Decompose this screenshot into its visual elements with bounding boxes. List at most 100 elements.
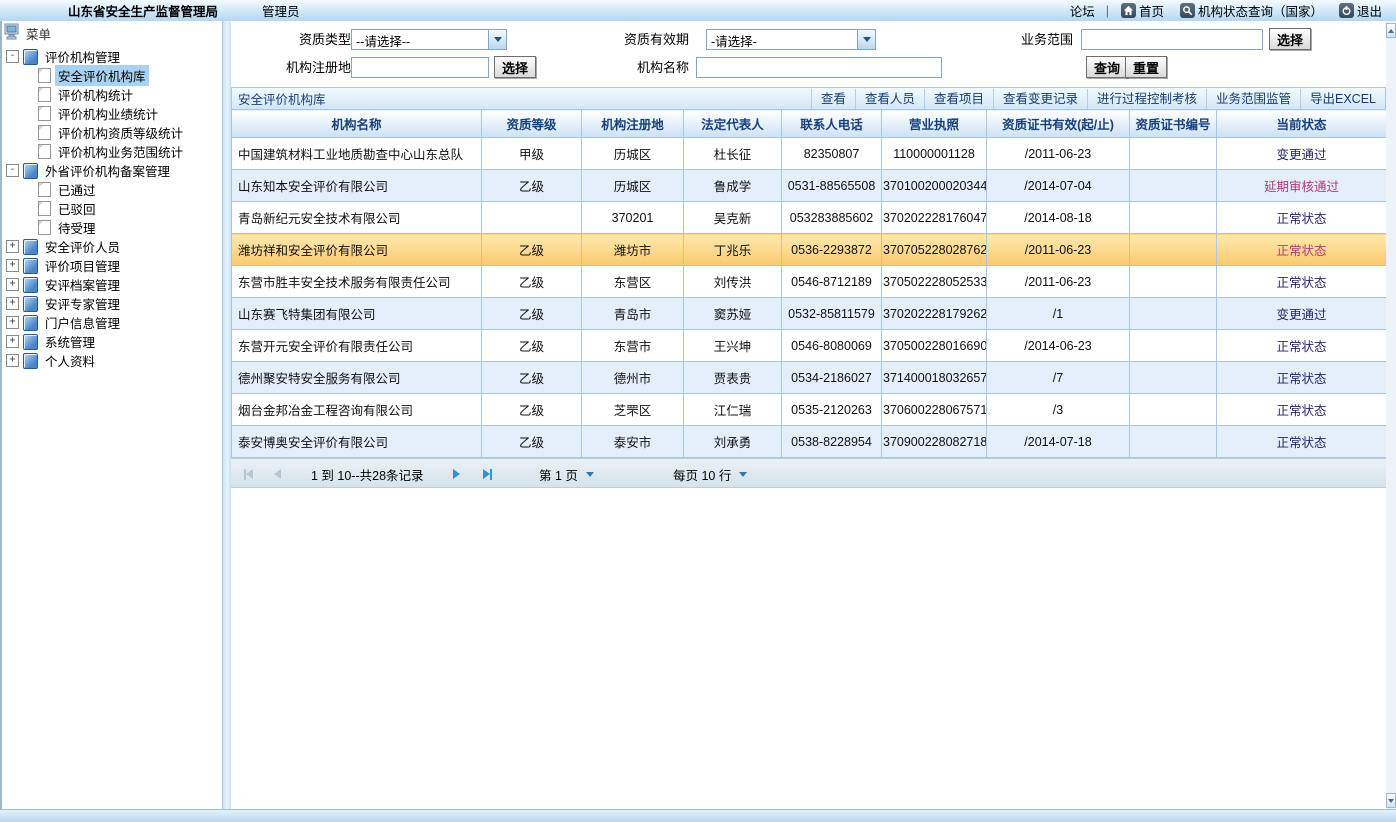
expand-icon[interactable]: +	[6, 316, 19, 329]
toolbar-button[interactable]: 查看	[811, 89, 855, 109]
page-size-selector[interactable]: 每页 10 行	[673, 459, 747, 489]
cert-no-cell	[1130, 234, 1217, 266]
status-query-label: 机构状态查询（国家）	[1198, 1, 1323, 20]
column-header[interactable]: 资质证书有效(起/止)	[987, 110, 1130, 138]
sidebar-item[interactable]: +门户信息管理	[2, 313, 224, 332]
sidebar-item[interactable]: 评价机构业绩统计	[2, 104, 224, 123]
expand-icon[interactable]: +	[6, 335, 19, 348]
page-icon	[38, 87, 51, 102]
last-page-button[interactable]	[483, 459, 492, 489]
next-page-icon	[453, 469, 460, 479]
reg-place-input[interactable]	[351, 57, 489, 78]
dropdown-button[interactable]	[488, 30, 506, 49]
org-name-cell: 青岛新纪元安全技术有限公司	[232, 202, 482, 234]
column-header[interactable]: 当前状态	[1217, 110, 1387, 138]
sidebar-item[interactable]: -外省评价机构备案管理	[2, 161, 224, 180]
expand-icon[interactable]: +	[6, 259, 19, 272]
column-header[interactable]: 资质等级	[482, 110, 582, 138]
expand-icon[interactable]: +	[6, 278, 19, 291]
expand-icon[interactable]: +	[6, 297, 19, 310]
toolbar-button[interactable]: 查看人员	[855, 89, 924, 109]
toolbar-button[interactable]: 导出EXCEL	[1300, 89, 1385, 109]
filter-type-select[interactable]: --请选择--	[351, 29, 507, 50]
scope-select-button[interactable]: 选择	[1269, 28, 1311, 50]
column-header[interactable]: 机构名称	[232, 110, 482, 138]
column-header[interactable]: 资质证书编号	[1130, 110, 1217, 138]
valid-range-cell: /2014-06-23	[987, 330, 1130, 362]
toolbar-button[interactable]: 业务范围监管	[1206, 89, 1300, 109]
sidebar-item[interactable]: 评价机构统计	[2, 85, 224, 104]
sidebar-item-label: 待受理	[55, 217, 99, 238]
vertical-scrollbar[interactable]	[1386, 21, 1396, 810]
scroll-up-button[interactable]	[1386, 23, 1396, 38]
sidebar-item[interactable]: +系统管理	[2, 332, 224, 351]
status-query-link[interactable]: 机构状态查询（国家）	[1180, 1, 1323, 20]
sidebar-item-label: 评价机构管理	[42, 46, 123, 67]
folder-icon	[23, 163, 38, 179]
reset-button[interactable]: 重置	[1125, 56, 1167, 78]
toolbar-button[interactable]: 查看项目	[924, 89, 993, 109]
table-row[interactable]: 德州聚安特安全服务有限公司乙级德州市贾表贵0534-21860273714000…	[232, 362, 1387, 394]
column-header[interactable]: 营业执照	[882, 110, 987, 138]
grade-cell: 乙级	[482, 298, 582, 330]
sidebar-item[interactable]: 已驳回	[2, 199, 224, 218]
sidebar-item[interactable]: - 评价机构管理	[2, 47, 224, 66]
sidebar-item[interactable]: +安评档案管理	[2, 275, 224, 294]
table-row[interactable]: 潍坊祥和安全评价有限公司乙级潍坊市丁兆乐0536-229387237070522…	[232, 234, 1387, 266]
table-body: 中国建筑材料工业地质勘查中心山东总队甲级历城区杜长征82350807110000…	[232, 138, 1387, 458]
sidebar-item[interactable]: 安全评价机构库	[2, 66, 224, 85]
toolbar-button[interactable]: 进行过程控制考核	[1087, 89, 1206, 109]
org-name-cell: 中国建筑材料工业地质勘查中心山东总队	[232, 138, 482, 170]
table-row[interactable]: 山东知本安全评价有限公司乙级历城区鲁成学0531-885655083701002…	[232, 170, 1387, 202]
table-row[interactable]: 东营开元安全评价有限责任公司乙级东营市王兴坤0546-8080069370500…	[232, 330, 1387, 362]
page-icon	[38, 144, 51, 159]
next-page-button[interactable]	[453, 459, 460, 489]
table-row[interactable]: 泰安博奥安全评价有限公司乙级泰安市刘承勇0538-822895437090022…	[232, 426, 1387, 458]
expand-icon[interactable]: +	[6, 240, 19, 253]
sidebar-item[interactable]: +安全评价人员	[2, 237, 224, 256]
sidebar-item[interactable]: 待受理	[2, 218, 224, 237]
sidebar-item[interactable]: +安评专家管理	[2, 294, 224, 313]
sidebar-item[interactable]: 评价机构资质等级统计	[2, 123, 224, 142]
org-name-input[interactable]	[696, 57, 942, 78]
column-header[interactable]: 联系人电话	[782, 110, 882, 138]
toolbar-button[interactable]: 查看变更记录	[993, 89, 1087, 109]
collapse-icon[interactable]: -	[6, 50, 19, 63]
license-cell: 370502228052533	[882, 266, 987, 298]
filter-validity-select[interactable]: -请选择-	[706, 29, 876, 50]
logout-link[interactable]: 退出	[1339, 1, 1382, 20]
table-row[interactable]: 青岛新纪元安全技术有限公司370201吴克新053283885602370202…	[232, 202, 1387, 234]
table-row[interactable]: 山东赛飞特集团有限公司乙级青岛市窦苏娅0532-8581157937020222…	[232, 298, 1387, 330]
table-row[interactable]: 东营市胜丰安全技术服务有限责任公司乙级东营区刘传洪0546-8712189370…	[232, 266, 1387, 298]
valid-range-cell: /1	[987, 298, 1130, 330]
table-row[interactable]: 烟台金邦冶金工程咨询有限公司乙级芝罘区江仁瑞0535-2120263370600…	[232, 394, 1387, 426]
prev-page-button[interactable]	[274, 459, 281, 489]
dropdown-button[interactable]	[857, 30, 875, 49]
chevron-down-icon	[494, 37, 502, 42]
first-page-button[interactable]	[244, 459, 253, 489]
page-selector[interactable]: 第 1 页	[539, 459, 594, 489]
valid-range-cell: /2014-07-18	[987, 426, 1130, 458]
license-cell: 370900228082718	[882, 426, 987, 458]
collapse-icon[interactable]: -	[6, 164, 19, 177]
query-button[interactable]: 查询	[1086, 56, 1128, 78]
page-icon	[38, 182, 51, 197]
forum-link[interactable]: 论坛	[1070, 1, 1095, 20]
column-header[interactable]: 机构注册地	[582, 110, 684, 138]
filter-panel: 资质类型 --请选择-- 资质有效期 -请选择- 业务范围 选择 机构注册地 选…	[231, 21, 1386, 85]
current-user: 管理员	[262, 1, 300, 20]
sidebar-item[interactable]: +个人资料	[2, 351, 224, 370]
column-header[interactable]: 法定代表人	[684, 110, 782, 138]
legal-rep-cell: 窦苏娅	[684, 298, 782, 330]
reg-select-button[interactable]: 选择	[494, 56, 536, 78]
sidebar-item[interactable]: 已通过	[2, 180, 224, 199]
expand-icon[interactable]: +	[6, 354, 19, 367]
table-row[interactable]: 中国建筑材料工业地质勘查中心山东总队甲级历城区杜长征82350807110000…	[232, 138, 1387, 170]
grade-cell: 乙级	[482, 170, 582, 202]
sidebar-item[interactable]: 评价机构业务范围统计	[2, 142, 224, 161]
sidebar-item[interactable]: +评价项目管理	[2, 256, 224, 275]
scope-input[interactable]	[1081, 29, 1263, 50]
scroll-down-button[interactable]	[1386, 793, 1396, 808]
home-link[interactable]: 首页	[1121, 1, 1164, 20]
first-page-icon	[246, 469, 253, 479]
